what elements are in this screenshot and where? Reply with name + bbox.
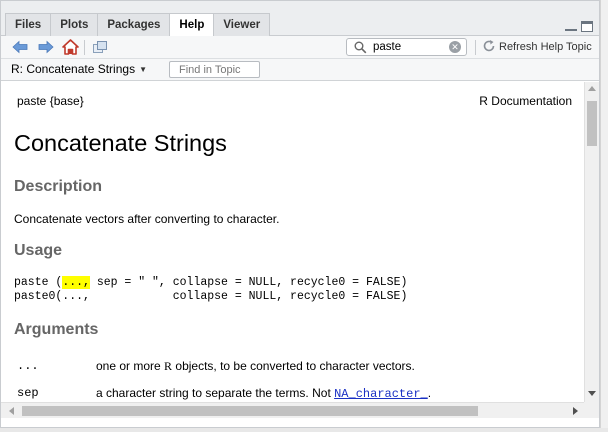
clear-icon[interactable]: ✕ bbox=[449, 41, 461, 53]
find-in-topic-input[interactable] bbox=[170, 62, 259, 78]
argument-description: a character string to separate the terms… bbox=[96, 386, 431, 401]
pane-tabs: Files Plots Packages Help Viewer bbox=[5, 13, 271, 37]
popout-icon[interactable] bbox=[91, 39, 109, 55]
argument-description: one or more R objects, to be converted t… bbox=[96, 359, 415, 374]
tab-viewer[interactable]: Viewer bbox=[213, 13, 271, 36]
forward-arrow-icon[interactable] bbox=[37, 39, 55, 55]
tab-files[interactable]: Files bbox=[5, 13, 52, 36]
home-icon[interactable] bbox=[61, 39, 79, 55]
help-content: paste {base} R Documentation Concatenate… bbox=[1, 82, 584, 402]
toolbar-divider bbox=[84, 40, 85, 55]
usage-line-1-start: paste ( bbox=[14, 276, 63, 289]
scroll-up-icon[interactable] bbox=[588, 86, 596, 91]
doc-source-label: R Documentation bbox=[479, 94, 572, 108]
horizontal-scroll-thumb[interactable] bbox=[22, 406, 478, 416]
argument-description-text: objects, to be converted to character ve… bbox=[172, 359, 415, 373]
tab-plots[interactable]: Plots bbox=[50, 13, 99, 36]
description-heading: Description bbox=[14, 178, 103, 195]
minimize-pane-icon[interactable] bbox=[565, 21, 577, 31]
vertical-scroll-thumb[interactable] bbox=[587, 101, 597, 146]
pane-window-controls bbox=[565, 21, 593, 32]
tab-help[interactable]: Help bbox=[169, 13, 215, 37]
toolbar-divider bbox=[475, 40, 476, 55]
argument-description-text: a character string to separate the terms… bbox=[96, 386, 335, 400]
doc-package-label: paste {base} bbox=[17, 94, 84, 108]
tab-packages[interactable]: Packages bbox=[97, 13, 171, 36]
search-highlight: ..., bbox=[62, 276, 90, 289]
usage-heading: Usage bbox=[14, 242, 63, 259]
help-search-box[interactable]: ✕ bbox=[346, 38, 467, 56]
search-icon bbox=[354, 41, 367, 57]
scroll-left-icon[interactable] bbox=[9, 407, 14, 415]
horizontal-scrollbar[interactable] bbox=[1, 402, 584, 418]
description-text: Concatenate vectors after converting to … bbox=[14, 212, 280, 226]
usage-line-2: paste0(..., collapse = NULL, recycle0 = … bbox=[14, 290, 408, 303]
arguments-heading: Arguments bbox=[14, 321, 99, 338]
refresh-help-topic-button[interactable]: Refresh Help Topic bbox=[482, 39, 592, 55]
topic-dropdown[interactable]: R: Concatenate Strings ▼ bbox=[11, 62, 147, 76]
back-arrow-icon[interactable] bbox=[11, 39, 29, 55]
topic-bar: R: Concatenate Strings ▼ bbox=[1, 59, 599, 81]
doc-header: paste {base} R Documentation bbox=[17, 94, 572, 108]
argument-description-text: one or more bbox=[96, 359, 165, 373]
maximize-pane-icon[interactable] bbox=[581, 21, 593, 32]
na-character-link[interactable]: NA_character_ bbox=[334, 387, 428, 401]
find-in-topic-box[interactable] bbox=[169, 61, 260, 78]
scroll-right-icon[interactable] bbox=[573, 407, 578, 415]
window-edge bbox=[0, 428, 608, 432]
help-toolbar: ✕ Refresh Help Topic bbox=[1, 36, 599, 59]
argument-name: sep bbox=[17, 386, 39, 400]
help-search-input[interactable] bbox=[373, 40, 445, 54]
r-symbol: R bbox=[164, 359, 173, 373]
chevron-down-icon: ▼ bbox=[139, 64, 147, 74]
topic-dropdown-value: R: Concatenate Strings bbox=[11, 62, 136, 76]
page-title: Concatenate Strings bbox=[14, 130, 227, 156]
window-edge bbox=[600, 0, 608, 432]
refresh-icon bbox=[482, 39, 496, 56]
help-pane: Files Plots Packages Help Viewer paste ✕… bbox=[0, 0, 600, 428]
usage-line-1: paste (..., sep = " ", collapse = NULL, … bbox=[14, 276, 407, 290]
scroll-down-icon[interactable] bbox=[588, 391, 596, 396]
vertical-scrollbar[interactable] bbox=[584, 82, 599, 402]
argument-description-text: . bbox=[427, 386, 432, 400]
usage-line-1-end: sep = " ", collapse = NULL, recycle0 = F… bbox=[89, 276, 408, 289]
refresh-label: Refresh Help Topic bbox=[499, 41, 592, 53]
tab-bar: Files Plots Packages Help Viewer bbox=[1, 1, 599, 37]
argument-name: ... bbox=[17, 359, 39, 373]
scrollbar-corner bbox=[584, 402, 599, 418]
